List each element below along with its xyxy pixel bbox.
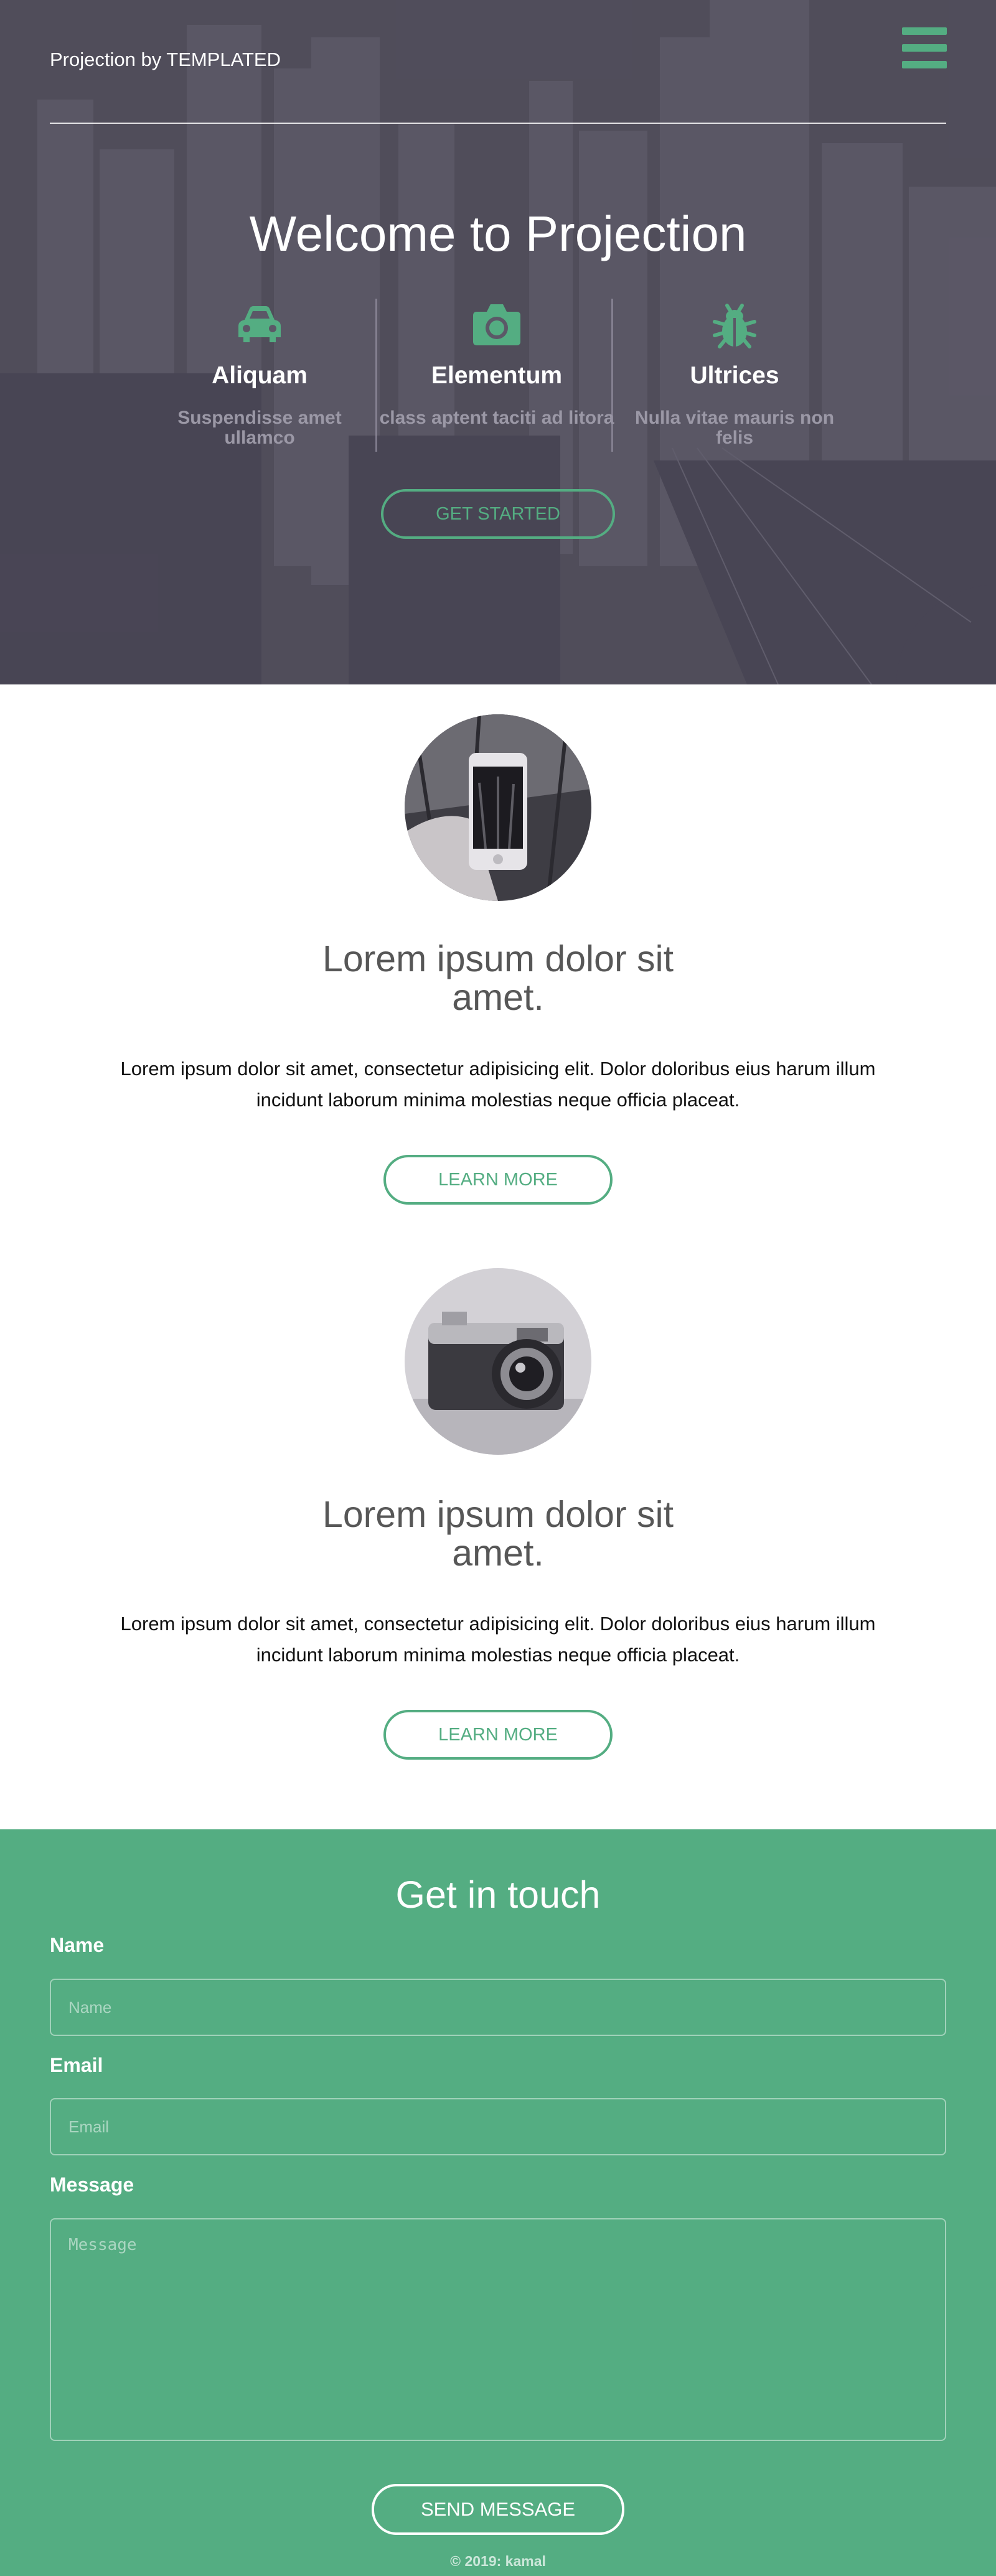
- hamburger-menu-icon[interactable]: [902, 27, 947, 68]
- feature-title: Ultrices: [690, 362, 779, 389]
- article-title: Lorem ipsum dolor sit amet.: [322, 1494, 674, 1574]
- get-started-button[interactable]: GET STARTED: [381, 489, 615, 539]
- feature-title: Aliquam: [212, 362, 308, 389]
- message-textarea[interactable]: [50, 2218, 946, 2441]
- article-body: Lorem ipsum dolor sit amet, consectetur …: [120, 1058, 876, 1111]
- name-field[interactable]: [50, 1979, 946, 2036]
- send-message-button[interactable]: SEND MESSAGE: [372, 2484, 624, 2535]
- feature-ultrices: Ultrices Nulla vitae mauris non felis: [616, 297, 853, 448]
- feature-title: Elementum: [431, 362, 563, 389]
- camera-icon: [378, 297, 615, 351]
- bug-icon: [616, 297, 853, 351]
- feature-divider: [611, 299, 613, 452]
- feature-text: Suspendisse amet ullamco: [177, 408, 342, 448]
- article-title: Lorem ipsum dolor sit amet.: [322, 938, 674, 1018]
- feature-divider: [375, 299, 377, 452]
- feature-aliquam: Aliquam Suspendisse amet ullamco: [141, 297, 378, 448]
- message-label: Message: [50, 2173, 134, 2196]
- learn-more-button[interactable]: LEARN MORE: [383, 1710, 613, 1760]
- header-divider: [50, 123, 946, 124]
- article-body: Lorem ipsum dolor sit amet, consectetur …: [120, 1613, 876, 1666]
- contact-section: Get in touch Name Email Message SEND MES…: [0, 1829, 996, 2576]
- email-field[interactable]: [50, 2098, 946, 2155]
- email-label: Email: [50, 2054, 103, 2076]
- camera-photo: [405, 1268, 591, 1455]
- hero-title: Welcome to Projection: [249, 206, 747, 261]
- hero-section: Projection by TEMPLATED Welcome to Proje…: [0, 0, 996, 684]
- car-icon: [141, 297, 378, 351]
- feature-elementum: Elementum class aptent taciti ad litora: [378, 297, 615, 428]
- phone-photo: [405, 714, 591, 901]
- feature-text: Nulla vitae mauris non felis: [634, 408, 835, 448]
- site-brand[interactable]: Projection by TEMPLATED: [50, 49, 281, 71]
- feature-text: class aptent taciti ad litora: [379, 408, 614, 428]
- contact-title: Get in touch: [395, 1874, 601, 1916]
- footer-copyright: © 2019: kamal: [450, 2553, 546, 2569]
- learn-more-button[interactable]: LEARN MORE: [383, 1155, 613, 1205]
- name-label: Name: [50, 1934, 105, 1956]
